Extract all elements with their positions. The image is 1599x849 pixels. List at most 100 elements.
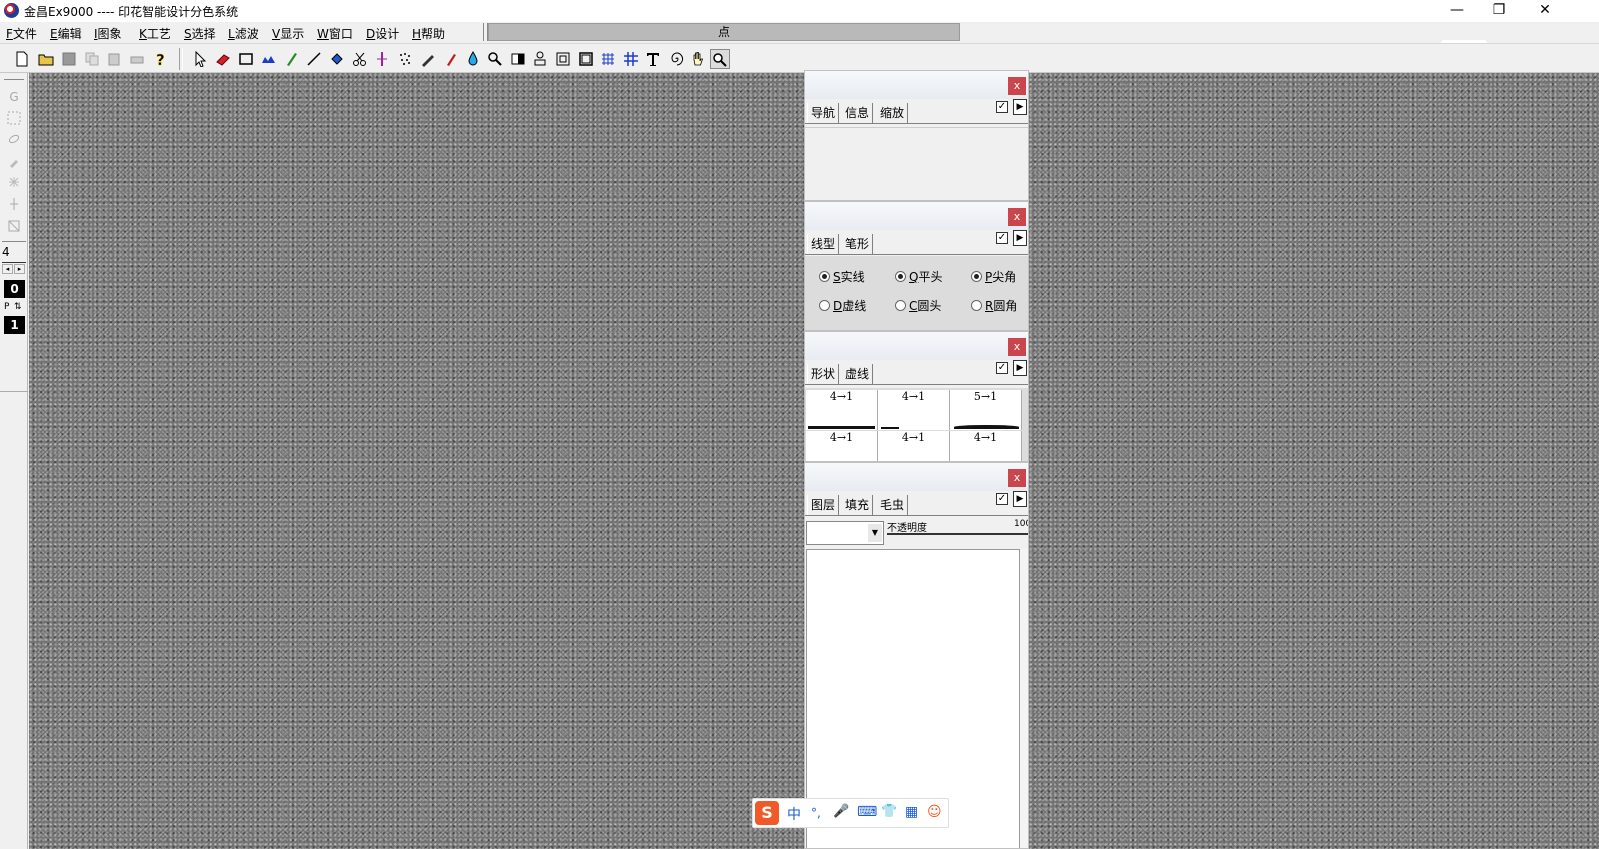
tab-layers[interactable]: 图层	[807, 495, 840, 515]
panel-header[interactable]	[805, 332, 1028, 360]
swap-icon[interactable]: ⇅	[14, 301, 25, 313]
radio-flat-cap[interactable]: Q平头	[895, 268, 942, 285]
ime-punctuation-icon[interactable]: °,	[811, 806, 821, 820]
pattern-grid-icon[interactable]	[598, 49, 618, 69]
new-file-icon[interactable]	[12, 49, 32, 69]
save-icon[interactable]	[59, 49, 79, 69]
menu-image[interactable]: I图象	[94, 25, 122, 42]
tab-pen-shape[interactable]: 笔形	[842, 234, 874, 254]
panel-close-button[interactable]: x	[1008, 208, 1026, 226]
menu-file[interactable]: F文件	[6, 25, 37, 42]
increase-arrow-icon[interactable]: ▸	[14, 264, 25, 274]
shape-cell[interactable]: 5→1	[950, 390, 1022, 430]
magnifier-icon[interactable]	[710, 49, 730, 69]
minimize-button[interactable]: —	[1434, 0, 1480, 22]
panel-menu-arrow-icon[interactable]: ▶	[1013, 99, 1027, 115]
lasso-icon[interactable]	[6, 133, 22, 149]
pen-icon[interactable]	[282, 49, 302, 69]
menu-help[interactable]: H帮助	[412, 25, 445, 42]
panel-menu-arrow-icon[interactable]: ▶	[1013, 230, 1027, 246]
marquee-select-icon[interactable]	[6, 111, 22, 127]
arrow-select-icon[interactable]	[190, 49, 210, 69]
panel-checkbox[interactable]: ✓	[996, 232, 1008, 244]
zoom-icon[interactable]	[485, 49, 505, 69]
crop-icon[interactable]	[6, 219, 22, 235]
opacity-slider[interactable]	[887, 533, 1028, 535]
split-tool-icon[interactable]	[372, 49, 392, 69]
shape-cell[interactable]: 4→1	[878, 431, 950, 461]
spiral-icon[interactable]	[666, 49, 686, 69]
radio-sharp-corner[interactable]: P尖角	[971, 268, 1016, 285]
ime-skin-icon[interactable]: 👕	[881, 804, 897, 819]
panel-checkbox[interactable]: ✓	[996, 101, 1008, 113]
open-folder-icon[interactable]	[36, 49, 56, 69]
scissors-icon[interactable]	[350, 49, 370, 69]
tab-linetype[interactable]: 线型	[807, 234, 840, 254]
radio-round-cap[interactable]: C圆头	[895, 297, 941, 314]
ime-chinese-mode[interactable]: 中	[787, 804, 801, 824]
shape-cell[interactable]: 4→1	[878, 390, 950, 430]
color-select-icon[interactable]	[6, 175, 22, 191]
ime-mascot-icon[interactable]: ☺	[927, 804, 942, 820]
hand-icon[interactable]	[688, 49, 708, 69]
menu-window[interactable]: W窗口	[317, 25, 353, 42]
water-drop-icon[interactable]	[463, 49, 483, 69]
help-icon[interactable]: ?	[150, 49, 170, 70]
brush-shape-icon[interactable]	[259, 49, 279, 69]
maximize-button[interactable]: ❐	[1476, 0, 1522, 22]
tab-dashline[interactable]: 虚线	[842, 364, 874, 384]
panel-close-button[interactable]: x	[1008, 77, 1026, 95]
g-tool-icon[interactable]: G	[6, 89, 22, 105]
ime-microphone-icon[interactable]: 🎤	[833, 804, 849, 819]
chevron-down-icon[interactable]: ▼	[868, 524, 882, 542]
close-button[interactable]: ✕	[1522, 0, 1568, 22]
menu-view[interactable]: V显示	[272, 25, 304, 42]
shape-cell[interactable]: 4→1	[806, 431, 878, 461]
panel-header[interactable]	[805, 463, 1028, 491]
fill-bucket-icon[interactable]	[327, 49, 347, 69]
menu-edit[interactable]: E编辑	[50, 25, 82, 42]
copy-icon[interactable]	[82, 49, 102, 69]
tab-navigator[interactable]: 导航	[807, 103, 840, 123]
panel-menu-arrow-icon[interactable]: ▶	[1013, 360, 1027, 376]
panel-header[interactable]	[805, 202, 1028, 230]
tab-zoom[interactable]: 缩放	[877, 103, 909, 123]
shape-cell[interactable]: 4→1	[950, 431, 1022, 461]
pencil-tool-icon[interactable]	[418, 49, 438, 69]
grid-icon[interactable]	[621, 49, 641, 69]
decrease-arrow-icon[interactable]: ◂	[2, 264, 13, 274]
menu-filter[interactable]: L滤波	[228, 25, 259, 42]
menu-design[interactable]: D设计	[366, 25, 399, 42]
line-icon[interactable]	[304, 49, 324, 69]
navigator-preview[interactable]	[805, 127, 1028, 200]
tab-caterpillar[interactable]: 毛虫	[877, 495, 909, 515]
size-value[interactable]: 4	[2, 245, 26, 261]
text-tool-icon[interactable]	[643, 49, 663, 69]
spray-icon[interactable]	[395, 49, 415, 69]
rectangle-icon[interactable]	[236, 49, 256, 69]
ime-logo-icon[interactable]: S	[755, 801, 779, 825]
counter-top[interactable]: 0	[4, 280, 25, 298]
panel-checkbox[interactable]: ✓	[996, 493, 1008, 505]
paste-icon[interactable]	[104, 49, 124, 69]
menu-craft[interactable]: K工艺	[139, 25, 171, 42]
ime-keyboard-icon[interactable]: ⌨	[857, 804, 877, 820]
panel-checkbox[interactable]: ✓	[996, 362, 1008, 374]
shape-cell[interactable]: 4→1	[806, 390, 878, 430]
crosshair-icon[interactable]	[6, 197, 22, 213]
window-frame-icon[interactable]	[576, 49, 596, 69]
gradient-icon[interactable]	[508, 49, 528, 69]
frame-icon[interactable]	[553, 49, 573, 69]
radio-round-corner[interactable]: R圆角	[971, 297, 1017, 314]
stamp-icon[interactable]	[530, 49, 550, 69]
blend-mode-select[interactable]: ▼	[806, 521, 884, 545]
panel-close-button[interactable]: x	[1008, 469, 1026, 487]
ime-toolbox-icon[interactable]: ▦	[905, 804, 918, 820]
magic-wand-icon[interactable]	[6, 154, 22, 170]
panel-close-button[interactable]: x	[1008, 338, 1026, 356]
panel-menu-arrow-icon[interactable]: ▶	[1013, 491, 1027, 507]
panel-header[interactable]	[805, 71, 1028, 99]
tab-fill[interactable]: 填充	[842, 495, 874, 515]
radio-dashed-line[interactable]: D虚线	[819, 297, 866, 314]
tab-info[interactable]: 信息	[842, 103, 874, 123]
